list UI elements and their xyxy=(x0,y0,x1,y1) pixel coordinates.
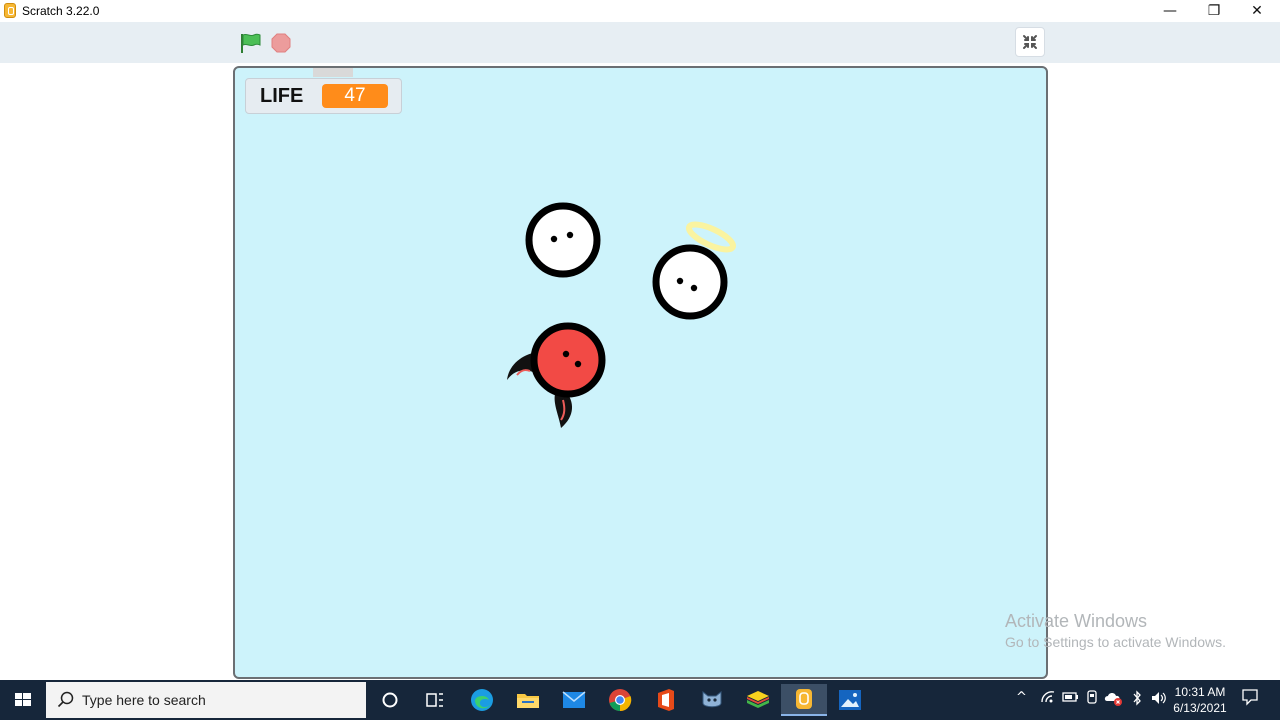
close-button[interactable]: ✕ xyxy=(1234,0,1280,22)
green-flag-icon[interactable] xyxy=(240,33,262,53)
devil-ball-character[interactable] xyxy=(503,320,613,435)
onedrive-error-icon[interactable] xyxy=(1104,690,1124,710)
taskbar: Type here to search ^ 10:31 AM 6/13/2021 xyxy=(0,680,1280,720)
stage-toolbar xyxy=(0,22,1280,63)
task-view-icon[interactable] xyxy=(412,684,458,716)
stop-sign-icon[interactable] xyxy=(271,33,291,53)
restore-button[interactable]: ❐ xyxy=(1191,0,1237,22)
exit-fullscreen-icon xyxy=(1023,35,1037,49)
search-placeholder: Type here to search xyxy=(82,692,206,708)
cortana-icon[interactable] xyxy=(367,684,413,716)
taskbar-clock[interactable]: 10:31 AM 6/13/2021 xyxy=(1170,684,1230,716)
edge-icon[interactable] xyxy=(459,684,505,716)
monitor-value: 47 xyxy=(322,84,388,108)
watermark-title: Activate Windows xyxy=(1005,611,1148,631)
angel-ball-character[interactable] xyxy=(649,218,745,328)
speaker-icon[interactable] xyxy=(1150,690,1168,710)
photos-icon[interactable] xyxy=(827,684,873,716)
start-button[interactable] xyxy=(0,680,46,720)
activate-windows-watermark: Activate Windows Go to Settings to activ… xyxy=(1005,611,1226,650)
watermark-subtitle: Go to Settings to activate Windows. xyxy=(1005,634,1226,650)
clock-date: 6/13/2021 xyxy=(1173,701,1227,715)
battery-icon[interactable] xyxy=(1062,690,1080,708)
title-bar: Scratch 3.22.0 — ❐ ✕ xyxy=(0,0,1280,22)
bluestacks-icon[interactable] xyxy=(735,684,781,716)
exit-fullscreen-button[interactable] xyxy=(1015,27,1045,57)
clock-time: 10:31 AM xyxy=(1174,685,1226,699)
variable-monitor[interactable]: LIFE 47 xyxy=(245,78,402,114)
bluetooth-icon[interactable] xyxy=(1131,690,1143,710)
stage-canvas[interactable]: LIFE 47 xyxy=(233,66,1048,679)
mail-icon[interactable] xyxy=(551,684,597,716)
device-icon[interactable] xyxy=(1085,690,1099,708)
chrome-icon[interactable] xyxy=(597,684,643,716)
scratch-app-icon xyxy=(4,3,16,18)
minimize-button[interactable]: — xyxy=(1147,0,1193,22)
search-icon xyxy=(57,691,74,708)
office-icon[interactable] xyxy=(643,684,689,716)
white-ball-character[interactable] xyxy=(523,200,603,280)
taskbar-search-box[interactable]: Type here to search xyxy=(46,682,366,718)
notifications-icon[interactable] xyxy=(1241,688,1259,710)
windows-logo-icon xyxy=(15,693,31,706)
show-hidden-icons-chevron-icon[interactable]: ^ xyxy=(1016,690,1027,705)
monitor-label: LIFE xyxy=(260,85,304,107)
scratch-cat-icon[interactable] xyxy=(689,684,735,716)
stage-drag-handle xyxy=(313,68,353,77)
file-explorer-icon[interactable] xyxy=(505,684,551,716)
wifi-icon[interactable] xyxy=(1040,690,1056,708)
window-title: Scratch 3.22.0 xyxy=(22,4,100,18)
scratch-app-taskbar-icon[interactable] xyxy=(781,684,827,716)
